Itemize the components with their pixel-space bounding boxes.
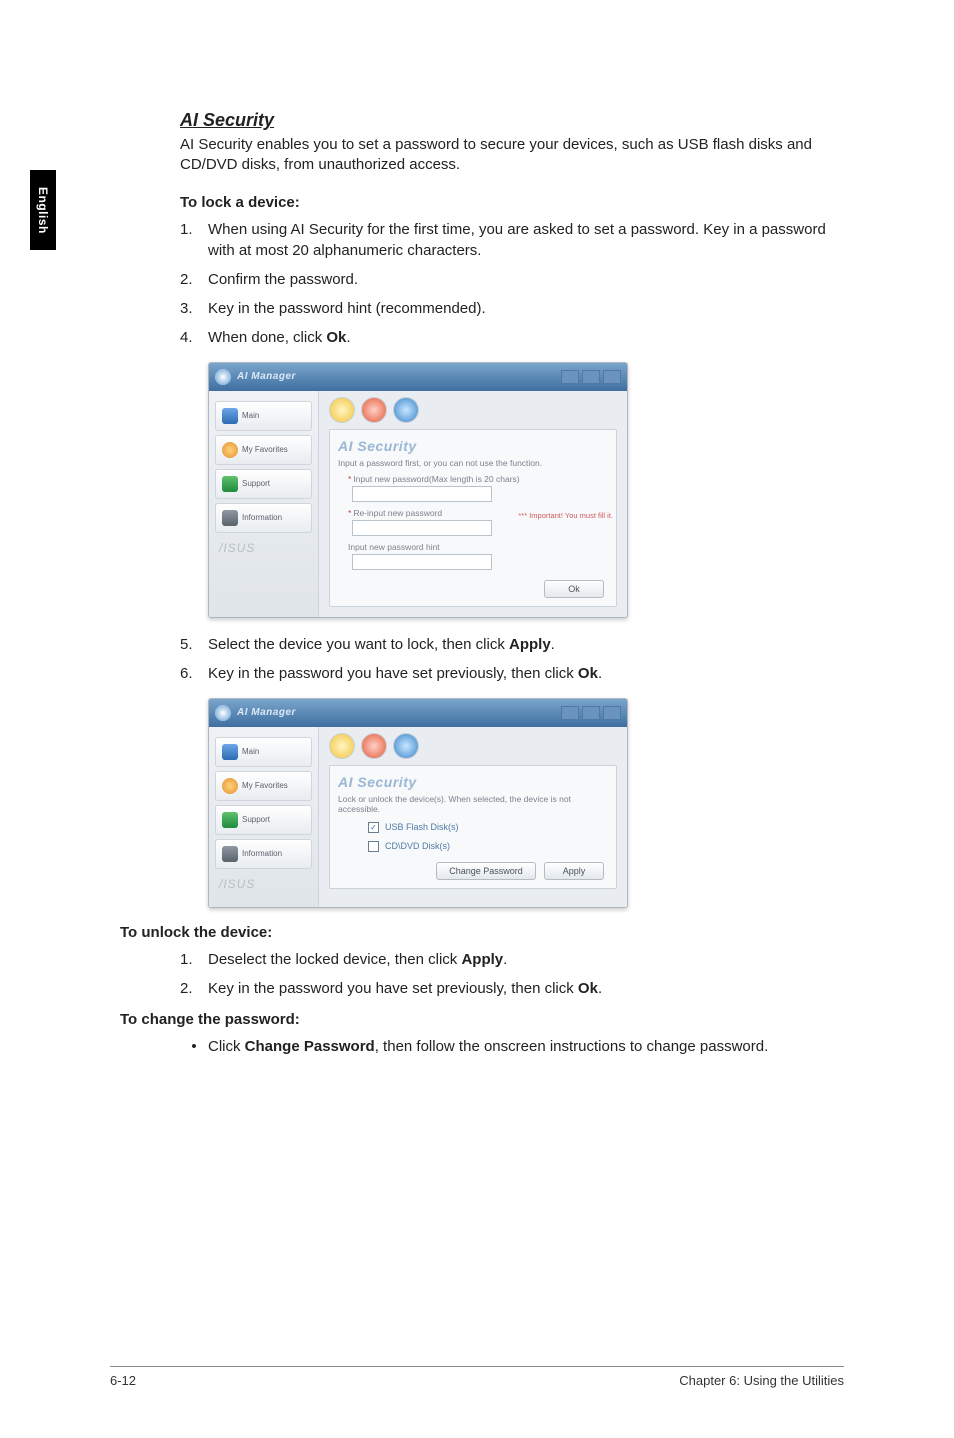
close-button[interactable] — [603, 370, 621, 384]
step-number: 3. — [180, 298, 208, 319]
apply-button[interactable]: Apply — [544, 862, 604, 880]
lock-heading: To lock a device: — [180, 194, 844, 211]
unlock-heading: To unlock the device: — [120, 924, 844, 941]
minimize-button[interactable] — [561, 706, 579, 720]
panel-title: AI Security — [338, 774, 608, 790]
sidebar-item-support[interactable]: Support — [215, 469, 312, 499]
app-icon — [215, 369, 231, 385]
round-icon[interactable] — [393, 397, 419, 423]
cddvd-checkbox-row[interactable]: CD\DVD Disk(s) — [368, 841, 608, 852]
support-icon — [222, 476, 238, 492]
favorites-icon — [222, 778, 238, 794]
intro-paragraph: AI Security enables you to set a passwor… — [180, 135, 844, 176]
step-text: Select the device you want to lock, then… — [208, 634, 555, 655]
window-title: AI Manager — [237, 707, 558, 718]
brand-text: /ISUS — [209, 541, 318, 555]
main-icon — [222, 744, 238, 760]
step-text: When using AI Security for the first tim… — [208, 219, 844, 261]
usb-checkbox-row[interactable]: ✓USB Flash Disk(s) — [368, 822, 608, 833]
step-text: Deselect the locked device, then click A… — [208, 949, 507, 970]
information-icon — [222, 510, 238, 526]
toolbar-icons — [329, 733, 617, 759]
change-password-button[interactable]: Change Password — [436, 862, 536, 880]
support-icon — [222, 812, 238, 828]
step-number: 2. — [180, 269, 208, 290]
window-titlebar: AI Manager — [209, 699, 627, 727]
lock-steps-continued: 5.Select the device you want to lock, th… — [180, 634, 844, 684]
round-icon[interactable] — [393, 733, 419, 759]
language-tab: English — [30, 170, 56, 250]
step-number: 2. — [180, 978, 208, 999]
window-sidebar: Main My Favorites Support Information /I… — [209, 391, 319, 617]
hint-input[interactable] — [352, 554, 492, 570]
panel-hint: Input a password first, or you can not u… — [338, 458, 608, 468]
step-text: Key in the password you have set previou… — [208, 663, 602, 684]
step-text: Confirm the password. — [208, 269, 358, 290]
checkbox-icon — [368, 841, 379, 852]
step-number: 1. — [180, 949, 208, 970]
window-sidebar: Main My Favorites Support Information /I… — [209, 727, 319, 907]
change-bullets: •Click Change Password, then follow the … — [180, 1036, 844, 1057]
ok-button[interactable]: Ok — [544, 580, 604, 598]
checkbox-checked-icon: ✓ — [368, 822, 379, 833]
lock-steps: 1.When using AI Security for the first t… — [180, 219, 844, 348]
step-number: 1. — [180, 219, 208, 261]
sidebar-item-information[interactable]: Information — [215, 503, 312, 533]
round-icon[interactable] — [329, 733, 355, 759]
sidebar-item-favorites[interactable]: My Favorites — [215, 771, 312, 801]
close-button[interactable] — [603, 706, 621, 720]
confirm-input[interactable] — [352, 520, 492, 536]
panel-hint: Lock or unlock the device(s). When selec… — [338, 794, 608, 814]
round-icon[interactable] — [361, 397, 387, 423]
main-icon — [222, 408, 238, 424]
change-heading: To change the password: — [120, 1011, 844, 1028]
window-titlebar: AI Manager — [209, 363, 627, 391]
sidebar-item-main[interactable]: Main — [215, 401, 312, 431]
section-title: AI Security — [180, 110, 844, 131]
sidebar-item-main[interactable]: Main — [215, 737, 312, 767]
hint-label: Input new password hint — [348, 542, 608, 552]
step-number: 4. — [180, 327, 208, 348]
page-number: 6-12 — [110, 1373, 136, 1388]
step-text: Key in the password hint (recommended). — [208, 298, 486, 319]
window-title: AI Manager — [237, 371, 558, 382]
screenshot-2: AI Manager Main My Favorites Support Inf… — [208, 698, 844, 908]
information-icon — [222, 846, 238, 862]
app-icon — [215, 705, 231, 721]
chapter-label: Chapter 6: Using the Utilities — [679, 1373, 844, 1388]
round-icon[interactable] — [329, 397, 355, 423]
screenshot-1: AI Manager Main My Favorites Support Inf… — [208, 362, 844, 618]
maximize-button[interactable] — [582, 370, 600, 384]
sidebar-item-favorites[interactable]: My Favorites — [215, 435, 312, 465]
step-text: Key in the password you have set previou… — [208, 978, 602, 999]
favorites-icon — [222, 442, 238, 458]
password-label: *Input new password(Max length is 20 cha… — [348, 474, 608, 484]
bullet-text: Click Change Password, then follow the o… — [208, 1036, 768, 1057]
page-footer: 6-12 Chapter 6: Using the Utilities — [110, 1366, 844, 1388]
password-input[interactable] — [352, 486, 492, 502]
unlock-steps: 1.Deselect the locked device, then click… — [180, 949, 844, 999]
brand-text: /ISUS — [209, 877, 318, 891]
security-panel: AI Security Input a password first, or y… — [329, 429, 617, 607]
round-icon[interactable] — [361, 733, 387, 759]
step-text: When done, click Ok. — [208, 327, 351, 348]
bullet-marker: • — [180, 1036, 208, 1057]
minimize-button[interactable] — [561, 370, 579, 384]
step-number: 5. — [180, 634, 208, 655]
sidebar-item-support[interactable]: Support — [215, 805, 312, 835]
step-number: 6. — [180, 663, 208, 684]
panel-title: AI Security — [338, 438, 608, 454]
sidebar-item-information[interactable]: Information — [215, 839, 312, 869]
toolbar-icons — [329, 397, 617, 423]
maximize-button[interactable] — [582, 706, 600, 720]
security-panel: AI Security Lock or unlock the device(s)… — [329, 765, 617, 889]
required-note: *** Important! You must fill it. — [518, 511, 613, 520]
